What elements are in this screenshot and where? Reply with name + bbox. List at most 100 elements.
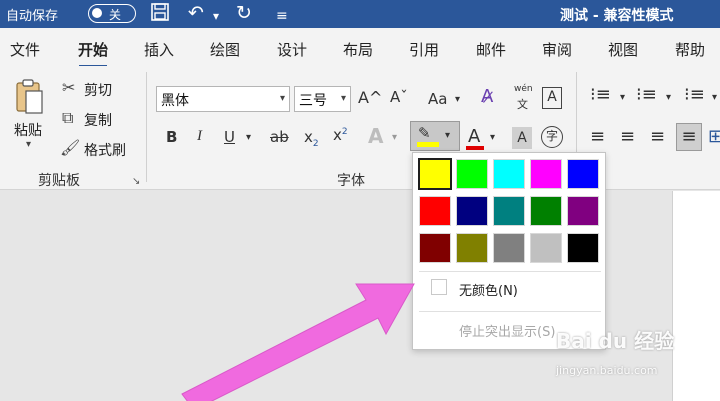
font-size-value: 三号 [299,93,327,109]
clear-format-icon[interactable]: A̷ [481,86,493,107]
stop-highlight-item: 停止突出显示(S) [459,325,556,340]
color-swatch[interactable] [493,196,525,226]
character-border-icon[interactable]: A [542,87,562,109]
text-effects-button[interactable]: A [368,124,383,148]
superscript-2: 2 [341,127,348,137]
tab-insert[interactable]: 插入 [144,39,174,60]
chevron-down-icon[interactable]: ▾ [455,94,460,105]
numbering-icon[interactable]: ⁝≡ [636,84,657,105]
undo-dropdown-icon[interactable]: ▾ [213,5,219,27]
color-swatch[interactable] [456,233,488,263]
tab-mailings[interactable]: 邮件 [476,39,506,60]
subscript-button[interactable]: x2 [304,128,319,149]
color-swatch[interactable] [419,233,451,263]
highlight-button[interactable]: ✎ ▾ [410,121,460,151]
superscript-button[interactable]: x2 [333,126,348,144]
color-swatch[interactable] [530,233,562,263]
font-color-button[interactable]: A [468,126,480,147]
color-swatch[interactable] [456,159,488,189]
chevron-down-icon[interactable]: ▾ [246,132,251,143]
autosave-state: 关 [109,8,122,22]
tab-review[interactable]: 审阅 [542,39,572,60]
font-size-dropdown[interactable]: 三号 ▾ [294,86,351,112]
bold-button[interactable]: B [166,128,177,146]
color-swatch[interactable] [530,159,562,189]
toggle-knob [92,8,102,18]
customize-icon[interactable]: ≡ [276,5,288,27]
redo-icon[interactable]: ↻ [236,2,252,24]
char-shading-button[interactable]: A [512,127,532,149]
color-swatch[interactable] [493,233,525,263]
autosave-toggle[interactable]: 关 [88,4,136,23]
highlighter-icon: ✎ [418,124,431,142]
color-swatch[interactable] [567,196,599,226]
shrink-font-button[interactable]: Aˇ [390,88,408,106]
copy-label[interactable]: 复制 [84,110,112,130]
font-name-dropdown[interactable]: 黑体 ▾ [156,86,290,112]
chevron-down-icon[interactable]: ▾ [490,132,495,143]
strikethrough-button[interactable]: ab [270,128,289,146]
format-painter-label[interactable]: 格式刷 [84,140,126,160]
tab-home[interactable]: 开始 [78,39,108,68]
no-color-icon [431,279,447,295]
paste-dropdown-icon[interactable]: ▾ [26,139,31,150]
paste-icon[interactable] [14,78,44,116]
document-title: 测试 - 兼容性模式 [560,8,674,24]
enclose-char-button[interactable]: 字 [541,126,563,148]
document-page[interactable] [672,191,720,401]
justify-icon[interactable]: ≡ [676,123,702,151]
undo-icon[interactable]: ↶ [188,2,204,24]
align-left-icon[interactable]: ≡ [590,126,605,147]
font-name-value: 黑体 [161,93,189,109]
distributed-icon[interactable]: ⊞ [708,126,720,147]
tab-layout[interactable]: 布局 [343,39,373,60]
chevron-down-icon[interactable]: ▾ [392,132,397,143]
tab-references[interactable]: 引用 [409,39,439,60]
chevron-down-icon[interactable]: ▾ [712,92,717,103]
color-swatch[interactable] [567,159,599,189]
chevron-down-icon[interactable]: ▾ [620,92,625,103]
grow-font-button[interactable]: A^ [358,88,382,107]
copy-icon[interactable]: ⧉ [62,108,73,128]
chevron-down-icon: ▾ [340,93,346,104]
subscript-2: 2 [312,139,319,149]
phonetic-guide-top[interactable]: wén [514,84,533,94]
format-painter-icon[interactable]: 🖌 [60,138,80,157]
no-color-item[interactable]: 无颜色(N) [459,280,518,302]
bullets-icon[interactable]: ⁝≡ [590,84,611,105]
align-right-icon[interactable]: ≡ [650,126,665,147]
paste-label[interactable]: 粘贴 [14,120,42,140]
color-swatch[interactable] [456,196,488,226]
change-case-button[interactable]: Aa [428,90,447,108]
font-color-bar [466,146,484,150]
color-swatch[interactable] [419,196,451,226]
tab-design[interactable]: 设计 [277,39,307,60]
color-swatch[interactable] [493,159,525,189]
tab-draw[interactable]: 绘图 [210,39,240,60]
chevron-down-icon: ▾ [279,93,285,104]
phonetic-guide-bottom[interactable]: 文 [517,96,528,112]
save-icon[interactable] [150,2,170,27]
cut-label[interactable]: 剪切 [84,80,112,100]
highlight-color-menu: 无颜色(N) 停止突出显示(S) [412,152,606,350]
underline-button[interactable]: U [224,128,235,146]
color-swatch[interactable] [418,158,452,190]
ribbon-tabs: 文件 开始 插入 绘图 设计 布局 引用 邮件 审阅 视图 帮助 [0,28,720,68]
tab-help[interactable]: 帮助 [675,39,705,60]
color-swatch[interactable] [530,196,562,226]
chevron-down-icon[interactable]: ▾ [666,92,671,103]
tab-view[interactable]: 视图 [608,39,638,60]
clipboard-launcher-icon[interactable]: ↘ [132,176,140,187]
menu-divider [419,271,601,272]
subscript-x: x [304,128,313,146]
color-swatch[interactable] [567,233,599,263]
italic-button[interactable]: I [197,128,202,145]
tab-file[interactable]: 文件 [10,39,40,60]
font-group-label: 字体 [337,173,365,189]
group-divider [146,72,147,182]
align-center-icon[interactable]: ≡ [620,126,635,147]
cut-icon[interactable]: ✂ [62,78,75,97]
autosave-label: 自动保存 [6,9,59,24]
watermark-url: jingyan.baidu.com [556,364,658,377]
multilevel-list-icon[interactable]: ⁝≡ [684,84,705,105]
